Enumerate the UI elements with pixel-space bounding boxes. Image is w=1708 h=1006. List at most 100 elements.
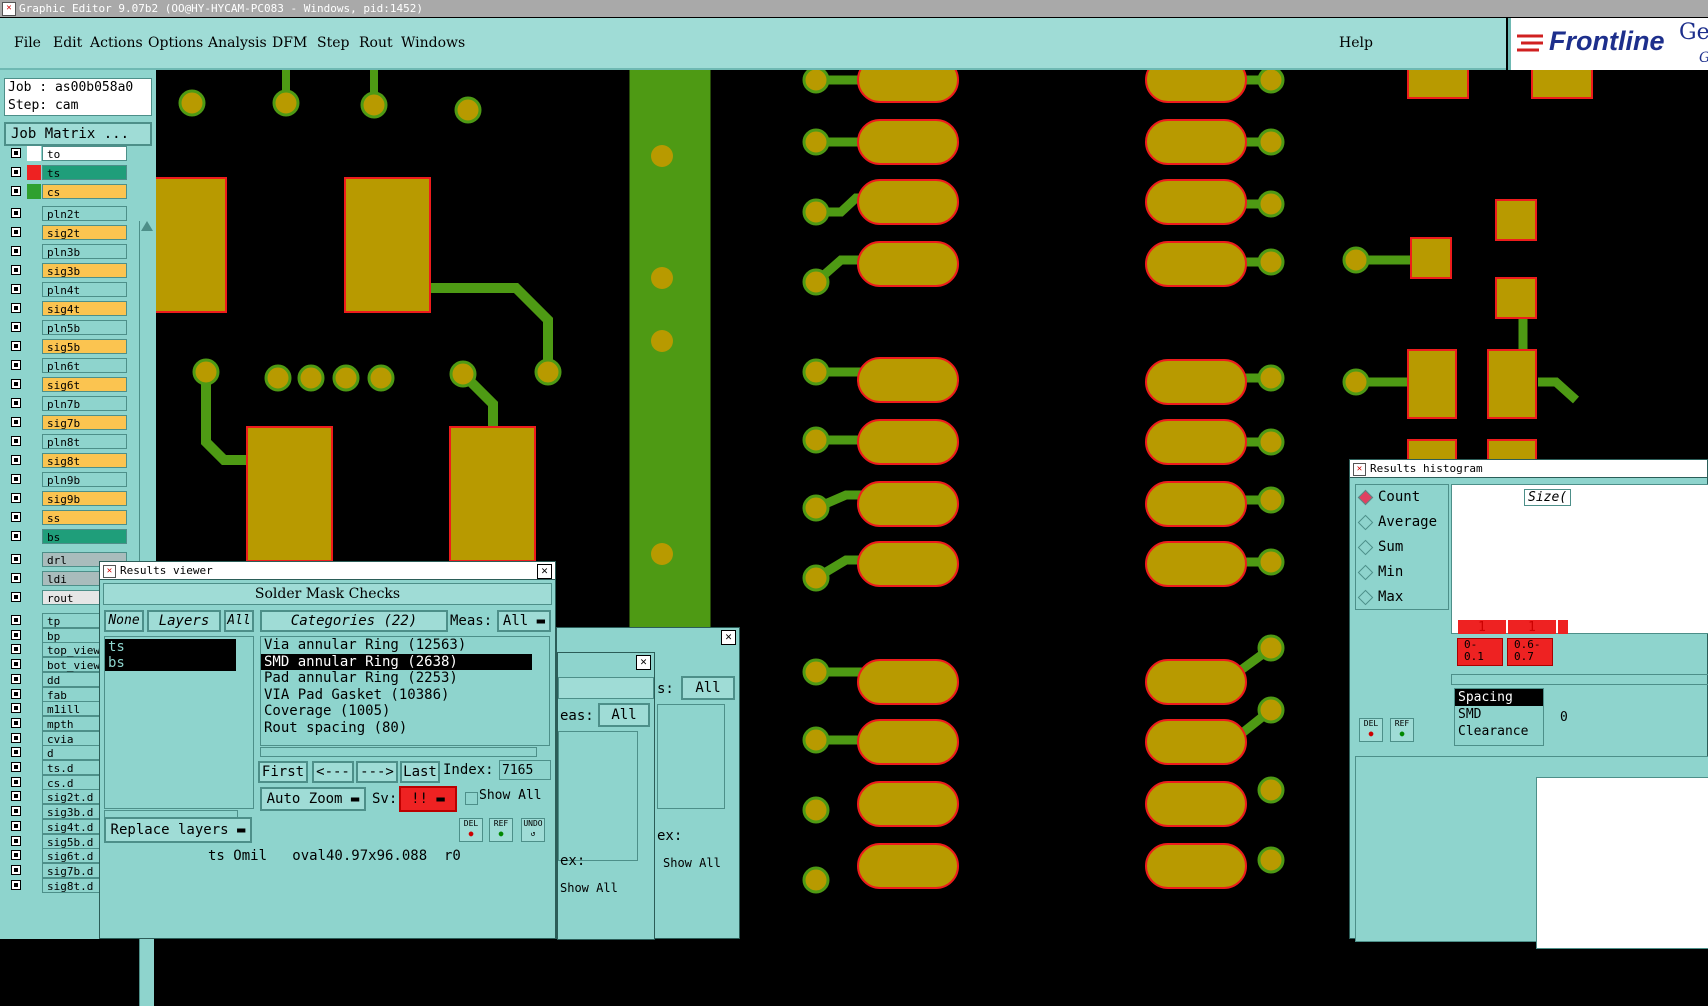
layer-checkbox[interactable] <box>11 246 21 256</box>
layer-checkbox[interactable] <box>11 474 21 484</box>
layer-checkbox[interactable] <box>11 398 21 408</box>
index-input[interactable] <box>499 760 551 780</box>
layer-name[interactable]: pln9b <box>42 472 127 487</box>
layer-name[interactable]: bs <box>42 529 127 544</box>
layer-checkbox[interactable] <box>11 265 21 275</box>
layer-checkbox[interactable] <box>11 659 21 670</box>
layer-name[interactable]: pln8t <box>42 434 127 449</box>
first-button[interactable]: First <box>258 761 308 783</box>
layer-row[interactable]: pln8t <box>6 434 136 450</box>
layer-checkbox[interactable] <box>11 791 21 802</box>
layer-checkbox[interactable] <box>11 341 21 351</box>
layers-list[interactable]: ts bs <box>104 636 254 809</box>
layer-checkbox[interactable] <box>11 379 21 389</box>
prev-button[interactable]: <--- <box>312 761 354 783</box>
close-icon[interactable]: ✕ <box>721 630 736 645</box>
layer-row[interactable]: sig6t <box>6 377 136 393</box>
layer-name[interactable]: sig2t <box>42 225 127 240</box>
layer-checkbox[interactable] <box>11 455 21 465</box>
histogram-option-sum[interactable]: Sum <box>1356 536 1403 558</box>
layer-checkbox[interactable] <box>11 186 21 196</box>
layer-checkbox[interactable] <box>11 512 21 522</box>
layer-row[interactable]: ss <box>6 510 136 526</box>
layer-name[interactable]: pln5b <box>42 320 127 335</box>
layer-checkbox[interactable] <box>11 703 21 714</box>
back-list[interactable] <box>657 704 725 809</box>
layer-row[interactable]: sig8t <box>6 453 136 469</box>
menu-file[interactable]: File <box>14 35 41 51</box>
show-all-checkbox[interactable] <box>465 792 478 805</box>
layer-name[interactable]: pln4t <box>42 282 127 297</box>
layer-checkbox[interactable] <box>11 227 21 237</box>
hist-ref-icon[interactable]: REF ● <box>1390 718 1414 742</box>
layer-name[interactable]: sig7b <box>42 415 127 430</box>
layer-row[interactable]: bs <box>6 529 136 545</box>
close-icon[interactable]: ✕ <box>636 655 651 670</box>
histogram-hscrollbar[interactable] <box>1451 674 1708 685</box>
layer-color-swatch[interactable] <box>27 146 41 161</box>
layer-checkbox[interactable] <box>11 820 21 831</box>
category-item[interactable]: SMD annular Ring (2638) <box>261 653 532 670</box>
all-button[interactable]: All <box>224 610 254 632</box>
layer-color-swatch[interactable] <box>27 184 41 199</box>
layer-checkbox[interactable] <box>11 360 21 370</box>
layer-checkbox[interactable] <box>11 732 21 743</box>
layer-row[interactable]: sig7b <box>6 415 136 431</box>
layer-checkbox[interactable] <box>11 303 21 313</box>
categories-list[interactable]: Via annular Ring (12563) SMD annular Ring… <box>260 636 550 746</box>
hist-del-icon[interactable]: DEL ● <box>1359 718 1383 742</box>
category-item[interactable]: VIA Pad Gasket (10386) <box>261 687 532 704</box>
categories-button[interactable]: Categories (22) <box>260 610 448 632</box>
layer-checkbox[interactable] <box>11 864 21 875</box>
layer-name[interactable]: pln3b <box>42 244 127 259</box>
layer-color-swatch[interactable] <box>27 165 41 180</box>
menu-options[interactable]: Options <box>148 35 203 51</box>
layer-checkbox[interactable] <box>11 208 21 218</box>
layer-checkbox[interactable] <box>11 417 21 427</box>
histogram-list-item[interactable]: Clearance <box>1455 723 1543 740</box>
layer-row[interactable]: pln6t <box>6 358 136 374</box>
layer-name[interactable]: sig6t <box>42 377 127 392</box>
scroll-up-icon[interactable] <box>141 221 153 231</box>
layer-row[interactable]: sig9b <box>6 491 136 507</box>
layer-name[interactable]: sig8t <box>42 453 127 468</box>
nested-list[interactable] <box>558 731 638 861</box>
layer-row[interactable]: pln4t <box>6 282 136 298</box>
layer-checkbox[interactable] <box>11 762 21 772</box>
layer-checkbox[interactable] <box>11 167 21 177</box>
layer-row[interactable]: sig3b <box>6 263 136 279</box>
layer-name[interactable]: sig9b <box>42 491 127 506</box>
layer-row[interactable]: ts <box>6 165 136 181</box>
menu-analysis[interactable]: Analysis <box>208 35 267 51</box>
histogram-list-item[interactable]: SMD <box>1455 706 1543 723</box>
layer-checkbox[interactable] <box>11 573 21 583</box>
layer-name[interactable]: pln6t <box>42 358 127 373</box>
back-meas-select[interactable]: All <box>681 676 735 700</box>
category-item[interactable]: Rout spacing (80) <box>261 720 532 737</box>
layer-name[interactable]: sig4t <box>42 301 127 316</box>
layer-name[interactable]: sig5b <box>42 339 127 354</box>
replace-layers-select[interactable]: Replace layers ▬ <box>104 817 252 843</box>
close-icon[interactable]: ✕ <box>537 564 552 579</box>
job-matrix-button[interactable]: Job Matrix ... <box>4 122 152 146</box>
layer-row[interactable]: sig5b <box>6 339 136 355</box>
radio-icon[interactable] <box>1357 589 1374 606</box>
categories-hscrollbar[interactable] <box>260 747 537 757</box>
layer-checkbox[interactable] <box>11 284 21 294</box>
menu-edit[interactable]: Edit <box>53 35 82 51</box>
layer-checkbox[interactable] <box>11 673 21 684</box>
layer-checkbox[interactable] <box>11 629 21 640</box>
back-show-all[interactable]: Show All <box>663 856 721 870</box>
layer-row[interactable]: cs <box>6 184 136 200</box>
histogram-list-item[interactable]: Spacing <box>1455 689 1543 706</box>
nested-show-all[interactable]: Show All <box>560 881 618 895</box>
histogram-option-min[interactable]: Min <box>1356 561 1403 583</box>
menu-help[interactable]: Help <box>1339 35 1373 51</box>
layer-row[interactable]: pln3b <box>6 244 136 260</box>
layer-name[interactable]: ss <box>42 510 127 525</box>
layer-checkbox[interactable] <box>11 776 21 787</box>
layer-checkbox[interactable] <box>11 554 21 564</box>
none-button[interactable]: None <box>104 610 144 632</box>
layer-name[interactable]: to <box>42 146 127 161</box>
radio-icon[interactable] <box>1357 514 1374 531</box>
